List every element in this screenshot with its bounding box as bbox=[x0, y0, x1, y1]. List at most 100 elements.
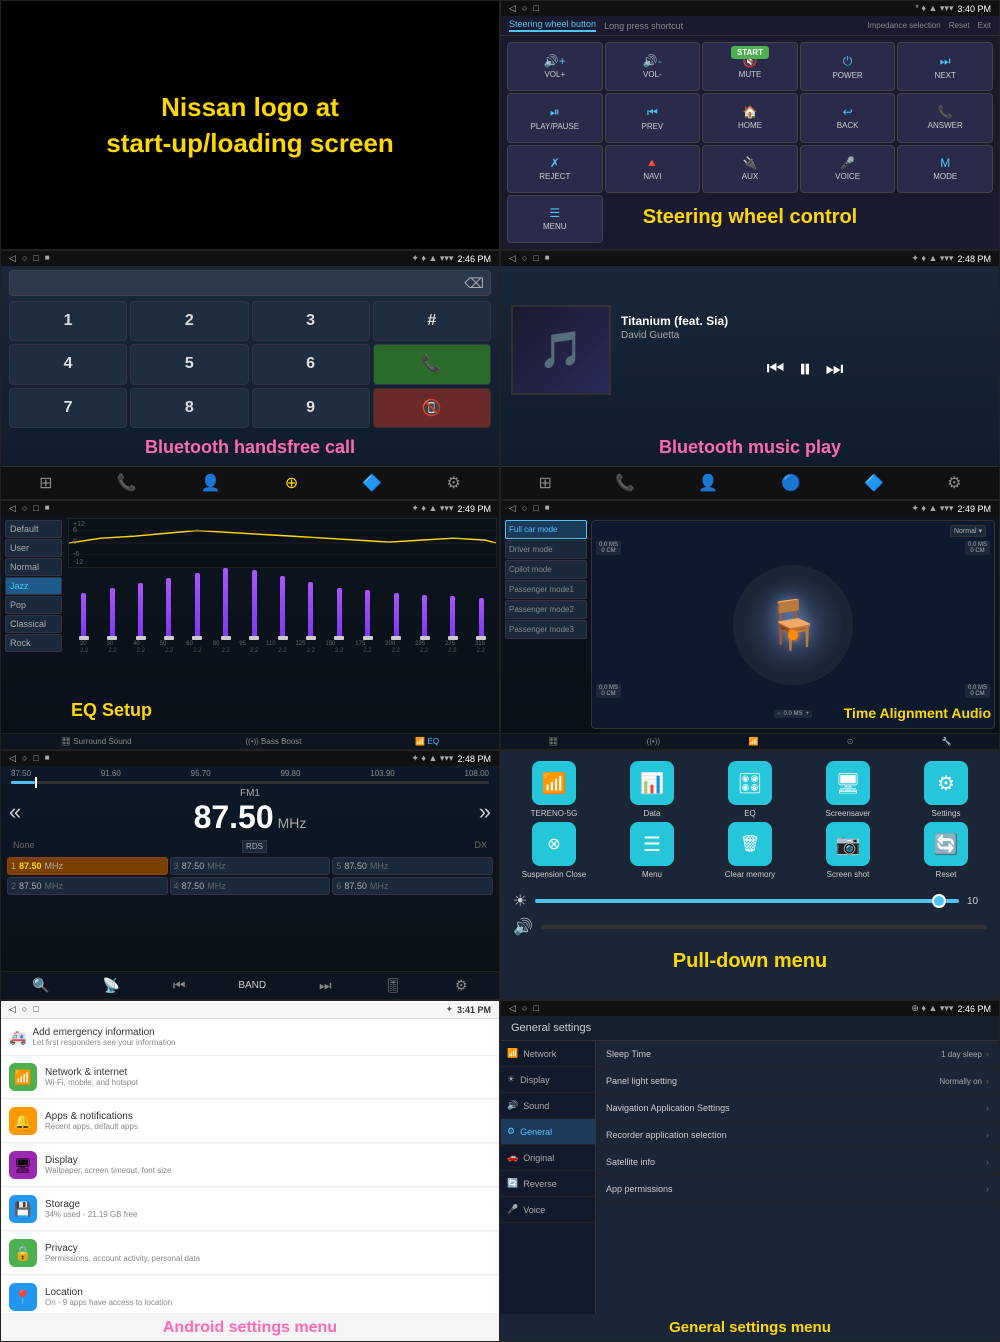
pd-settings[interactable]: ⚙ Settings bbox=[899, 761, 993, 818]
eq-preset-user[interactable]: User bbox=[5, 539, 62, 557]
fm-skip-fwd[interactable]: » bbox=[479, 799, 491, 825]
gs-display[interactable]: ☀ Display bbox=[501, 1067, 595, 1093]
normal-label[interactable]: Normal ▾ bbox=[950, 525, 986, 537]
prev-btn[interactable]: ⏮ bbox=[766, 358, 784, 381]
dial-5[interactable]: 5 bbox=[130, 344, 248, 384]
eq-tab-surround[interactable]: 🎛 Surround Sound bbox=[61, 737, 132, 746]
gs-general[interactable]: ⚙ General bbox=[501, 1119, 595, 1145]
eq-tab-bass[interactable]: ((•)) Bass Boost bbox=[245, 737, 301, 746]
pd-menu[interactable]: ☰ Menu bbox=[605, 822, 699, 879]
gc-satellite[interactable]: Satellite info › bbox=[596, 1149, 999, 1176]
dial-call[interactable]: 📞 bbox=[373, 344, 491, 384]
next-btn[interactable]: ⏭ bbox=[826, 358, 844, 381]
gc-recorder[interactable]: Recorder application selection › bbox=[596, 1122, 999, 1149]
fm-preset-2[interactable]: 2 87.50 MHz bbox=[7, 877, 168, 895]
dial-6[interactable]: 6 bbox=[252, 344, 370, 384]
nav-settings[interactable]: ⚙ bbox=[447, 473, 461, 493]
align-mode-fullcar[interactable]: Full car mode bbox=[505, 520, 587, 539]
plus-btn[interactable]: + bbox=[806, 711, 810, 717]
align-mode-pass2[interactable]: Passenger mode2 bbox=[505, 600, 587, 619]
pd-clearmem[interactable]: 🗑 Clear memory bbox=[703, 822, 797, 879]
pd-screenshot[interactable]: 📷 Screen shot bbox=[801, 822, 895, 879]
pd-data[interactable]: 📊 Data bbox=[605, 761, 699, 818]
gc-sleep[interactable]: Sleep Time 1 day sleep › bbox=[596, 1041, 999, 1068]
ctrl-back[interactable]: ↩BACK bbox=[800, 93, 896, 142]
nav-phone[interactable]: 📞 bbox=[117, 473, 137, 493]
setting-privacy[interactable]: 🔒 PrivacyPermissions, account activity, … bbox=[1, 1232, 499, 1275]
fm-preset-6[interactable]: 6 87.50 MHz bbox=[332, 877, 493, 895]
ctrl-vol-minus[interactable]: 🔊-VOL- bbox=[605, 42, 701, 91]
play-pause-btn[interactable]: ⏸ bbox=[798, 353, 811, 385]
nav-contact2[interactable]: 👤 bbox=[698, 473, 718, 493]
fm-preset-1[interactable]: 1 87.50 MHz bbox=[7, 857, 168, 875]
align-tab-extra[interactable]: 🔧 bbox=[942, 737, 952, 746]
backspace-btn[interactable]: ⌫ bbox=[464, 275, 484, 292]
dial-2[interactable]: 2 bbox=[130, 301, 248, 341]
ctrl-reject[interactable]: ✗REJECT bbox=[507, 145, 603, 193]
nav-phone2[interactable]: 📞 bbox=[615, 473, 635, 493]
gc-nav-app[interactable]: Navigation Application Settings › bbox=[596, 1095, 999, 1122]
align-mode-driver[interactable]: Driver mode bbox=[505, 540, 587, 559]
steering-tab-active[interactable]: Steering wheel button bbox=[509, 19, 596, 32]
nav-bt2[interactable]: 🔷 bbox=[362, 473, 382, 493]
fm-preset-5[interactable]: 5 87.50 MHz bbox=[332, 857, 493, 875]
setting-apps[interactable]: 🔔 Apps & notificationsRecent apps, defau… bbox=[1, 1100, 499, 1143]
align-mode-pass3[interactable]: Passenger mode3 bbox=[505, 620, 587, 639]
dial-3[interactable]: 3 bbox=[252, 301, 370, 341]
dial-4[interactable]: 4 bbox=[9, 344, 127, 384]
ctrl-home[interactable]: 🏠HOME bbox=[702, 93, 798, 142]
gc-panel-light[interactable]: Panel light setting Normally on › bbox=[596, 1068, 999, 1095]
gs-sound[interactable]: 🔊 Sound bbox=[501, 1093, 595, 1119]
nav-settings2[interactable]: ⚙ bbox=[947, 473, 961, 493]
fm-nav-search[interactable]: 🔍 bbox=[32, 977, 49, 994]
eq-preset-rock[interactable]: Rock bbox=[5, 634, 62, 652]
nav-bt[interactable]: ⊕ bbox=[285, 473, 298, 493]
dial-9[interactable]: 9 bbox=[252, 388, 370, 428]
align-tab-eq[interactable]: 📶 bbox=[748, 737, 758, 746]
ctrl-voice[interactable]: 🎤VOICE bbox=[800, 145, 896, 193]
eq-preset-classical[interactable]: Classical bbox=[5, 615, 62, 633]
dial-hash[interactable]: # bbox=[373, 301, 491, 341]
ctrl-prev[interactable]: ⏮PREV bbox=[605, 93, 701, 142]
nav-bt3[interactable]: 🔵 bbox=[781, 473, 801, 493]
gs-reverse[interactable]: 🔄 Reverse bbox=[501, 1171, 595, 1197]
nav-bt4[interactable]: 🔷 bbox=[864, 473, 884, 493]
align-tab-surround[interactable]: 🎛 bbox=[548, 737, 558, 746]
setting-location[interactable]: 📍 LocationOn - 9 apps have access to loc… bbox=[1, 1276, 499, 1313]
align-tab-bass[interactable]: ((•)) bbox=[647, 737, 660, 746]
eq-preset-jazz[interactable]: Jazz bbox=[5, 577, 62, 595]
gs-voice[interactable]: 🎤 Voice bbox=[501, 1197, 595, 1223]
gs-network[interactable]: 📶 Network bbox=[501, 1041, 595, 1067]
fm-nav-settings[interactable]: ⚙ bbox=[455, 977, 468, 994]
ctrl-vol-plus[interactable]: 🔊+VOL+ bbox=[507, 42, 603, 91]
dial-7[interactable]: 7 bbox=[9, 388, 127, 428]
gs-original[interactable]: 🚗 Original bbox=[501, 1145, 595, 1171]
setting-display[interactable]: 🖥 DisplayWallpaper, screen timeout, font… bbox=[1, 1144, 499, 1187]
eq-preset-normal[interactable]: Normal bbox=[5, 558, 62, 576]
nav-contact[interactable]: 👤 bbox=[201, 473, 221, 493]
dial-end[interactable]: 📵 bbox=[373, 388, 491, 428]
ctrl-navi[interactable]: 🔺NAVI bbox=[605, 145, 701, 193]
fm-nav-station[interactable]: 📡 bbox=[103, 977, 120, 994]
pd-suspension[interactable]: ⊗ Suspension Close bbox=[507, 822, 601, 879]
ctrl-play-pause[interactable]: ⏯PLAY/PAUSE bbox=[507, 93, 603, 142]
fm-nav-next[interactable]: ⏭ bbox=[319, 977, 332, 994]
ctrl-next[interactable]: ⏭NEXT bbox=[897, 42, 993, 91]
fm-preset-3[interactable]: 3 87.50 MHz bbox=[170, 857, 331, 875]
dial-1[interactable]: 1 bbox=[9, 301, 127, 341]
fm-skip-back[interactable]: « bbox=[9, 799, 21, 825]
fm-preset-4[interactable]: 4 87.50 MHz bbox=[170, 877, 331, 895]
pd-wifi[interactable]: 📶 TERENO-5G bbox=[507, 761, 601, 818]
fm-nav-prev[interactable]: ⏮ bbox=[173, 977, 186, 994]
minus-btn[interactable]: − bbox=[777, 711, 781, 717]
setting-network[interactable]: 📶 Network & internetWi-Fi, mobile, and h… bbox=[1, 1056, 499, 1099]
ctrl-answer[interactable]: 📞ANSWER bbox=[897, 93, 993, 142]
fm-nav-eq[interactable]: 🎚 bbox=[384, 977, 402, 994]
eq-tab-eq[interactable]: 📶 EQ bbox=[415, 737, 439, 746]
fm-nav-band[interactable]: BAND bbox=[238, 980, 266, 991]
align-mode-pass1[interactable]: Passenger mode1 bbox=[505, 580, 587, 599]
ctrl-aux[interactable]: 🔌AUX bbox=[702, 145, 798, 193]
ctrl-mode[interactable]: MMODE bbox=[897, 145, 993, 193]
eq-preset-default[interactable]: Default bbox=[5, 520, 62, 538]
nav-grid[interactable]: ⊞ bbox=[39, 473, 52, 493]
